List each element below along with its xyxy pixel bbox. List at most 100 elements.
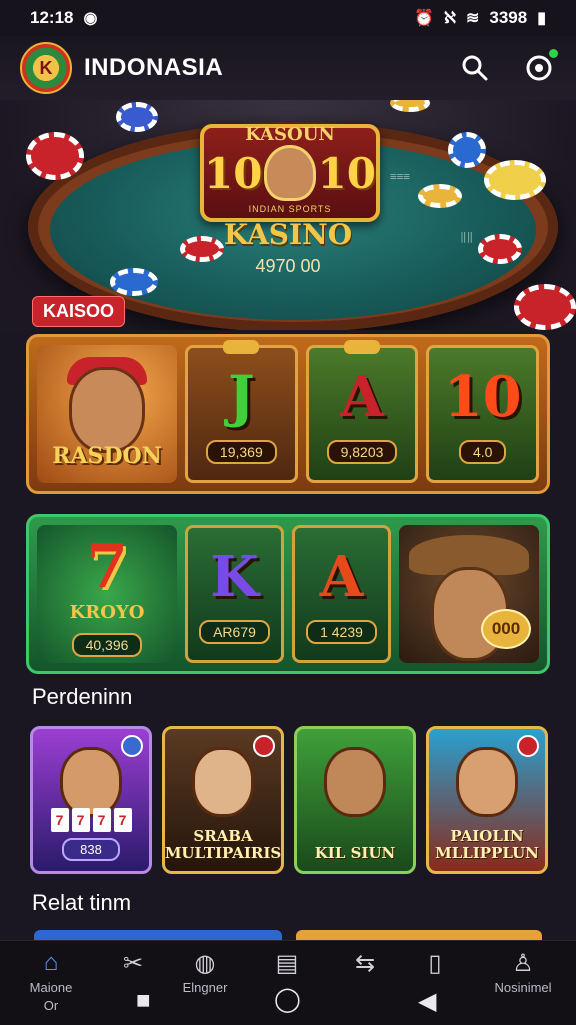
game-title: PAIOLIN MLLIPPLUN [435,827,539,862]
logo-value: 40,396 [71,632,143,657]
back-button[interactable]: ◀ [418,987,436,1016]
slot-game-card[interactable]: RASDON J 19,369 A 9,8203 10 4.0 [26,334,550,494]
mini-reels: 7 7 7 7 [50,808,132,832]
game-tile[interactable]: KIL SIUN [294,726,416,874]
hero-title: KASINO [223,218,353,251]
nav-swap[interactable]: ⇆ [330,949,400,979]
vibrate-icon: ℵ [444,10,456,27]
game-carousel: 7 7 7 7 838 SRABA MULTIPAIRIS KIL SIUN P… [30,726,548,874]
nav-label: Nosinimel [494,980,552,995]
section-label[interactable]: KAISOO [32,296,126,327]
section-heading: Relat tinm [32,890,132,915]
poker-chip [418,184,462,208]
reel-value: 4.0 [458,440,507,464]
badge-caption: KASOUN [245,124,335,145]
notification-icon: ◉ [83,10,98,27]
search-button[interactable] [458,51,492,85]
reel-value: 1 4239 [306,620,377,644]
wifi-icon: ≋ [465,10,480,27]
reel-value: 19,369 [205,440,277,464]
profile-icon: ♙ [512,950,534,977]
lucky-seven-icon: 7 [86,531,128,602]
hero-amount: 4970 00 [255,256,321,276]
badge-number-right: 10 [317,148,376,198]
nav-tools[interactable]: ✂ [98,949,168,979]
character-portrait [69,367,145,453]
game-portrait [60,747,122,817]
badge-subtitle: INDIAN SPORTS [248,204,332,214]
character-name: RASDON [52,443,162,469]
slot-reel[interactable]: 10 4.0 [426,345,540,483]
slot-reel[interactable]: K AR679 [185,525,284,663]
coin-badge: 000 [481,609,531,649]
poker-chip [514,284,576,330]
chip-icon: ◍ [194,950,216,977]
bottom-nav: ⌂ Maione Or ✂ ◍ Elngner ▤ ⇆ ▯ ♙ Nosinime… [0,940,576,1025]
nav-label: Maione [29,980,73,995]
nav-messages[interactable]: ▤ [252,949,322,979]
status-bar: 12:18 ◉ ⏰ ℵ ≋ 3398 ▮ [0,0,576,36]
settings-button[interactable] [522,49,558,85]
poker-chip [484,160,546,200]
nav-label: Elngner [182,980,228,995]
battery-level: 3398 [489,8,528,27]
logo-card: 7 KROYO 40,396 [37,525,177,663]
reel-symbol: J [228,364,255,430]
game-title: KIL SIUN [314,843,396,862]
reel-symbol: K [210,544,259,610]
home-button[interactable]: ◯ [274,985,301,1014]
slot-game-card[interactable]: 7 KROYO 40,396 K AR679 A 1 4239 000 [26,514,550,674]
badge-icon [517,735,539,757]
game-value: 838 [62,838,120,861]
game-tile[interactable]: SRABA MULTIPAIRIS [162,726,284,874]
reel-value: 9,8203 [326,440,398,464]
status-time: 12:18 [30,8,74,27]
tools-icon: ✂ [122,950,144,977]
home-icon: ⌂ [43,949,59,976]
reel-symbol: A [340,364,384,430]
reel-value: AR679 [199,620,270,644]
recents-button[interactable]: ■ [136,987,151,1015]
slot-reel[interactable]: J 19,369 [185,340,298,483]
character-card: RASDON [37,345,177,483]
message-icon: ▤ [275,950,299,977]
badge-icon [121,735,143,757]
nav-profile[interactable]: ♙ Nosinimel [488,949,558,997]
game-portrait [324,747,386,817]
game-tile[interactable]: PAIOLIN MLLIPPLUN [426,726,548,874]
reel-symbol: A [319,544,364,610]
slot-reel[interactable]: A 9,8203 [305,340,419,483]
mini-reel: 7 [113,808,132,832]
slot-reel[interactable]: A 1 4239 [292,525,391,663]
logo-text: KROYO [69,601,145,623]
jackpot-badge: KASOUN 10 10 INDIAN SPORTS [200,124,380,222]
poker-chip [116,102,158,132]
cowboy-character-card: 000 [399,525,539,663]
poker-chip [390,100,430,112]
reel-ornament [223,340,260,354]
nav-sublabel: Or [43,998,59,1013]
phone-icon: ▯ [428,950,442,977]
game-portrait [192,747,254,817]
nav-home[interactable]: ⌂ Maione Or [16,949,86,1015]
alarm-icon: ⏰ [414,10,435,27]
search-icon [462,55,488,81]
game-title: SRABA MULTIPAIRIS [164,827,282,862]
poker-chip [448,132,486,168]
logo-text: K [39,57,53,78]
app-bar: K INDONASIA [0,36,576,100]
game-portrait [456,747,518,817]
badge-icon [253,735,275,757]
game-tile[interactable]: 7 7 7 7 838 [30,726,152,874]
swap-icon: ⇆ [354,950,376,977]
app-logo[interactable]: K [20,42,72,94]
mini-reel: 7 [92,808,111,832]
app-title: INDONASIA [84,54,224,81]
nav-device[interactable]: ▯ [400,949,470,979]
nav-engine[interactable]: ◍ Elngner [170,949,240,997]
target-icon [526,55,552,81]
reel-symbol: 10 [443,364,522,430]
reel-ornament [344,340,380,354]
battery-icon: ▮ [537,10,546,27]
mini-reel: 7 [50,808,69,832]
